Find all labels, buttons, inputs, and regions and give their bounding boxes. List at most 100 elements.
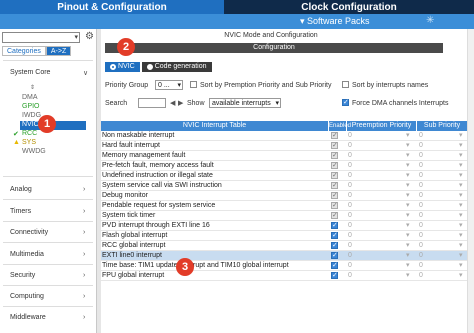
enabled-checkbox[interactable] — [331, 141, 338, 151]
group-computing[interactable]: Computing — [10, 293, 44, 300]
tab-categories[interactable]: Categories — [2, 46, 46, 56]
sub-priority-cell[interactable]: 0 ▾ — [419, 241, 463, 251]
group-security[interactable]: Security — [10, 272, 35, 279]
sub-priority-cell[interactable]: 0 ▾ — [419, 271, 463, 281]
enabled-checkbox[interactable] — [331, 251, 338, 261]
preemption-priority-cell[interactable]: 0 ▾ — [348, 171, 410, 181]
table-row[interactable]: EXTI line0 interrupt 0▾ 0▾ — [101, 251, 467, 261]
preemption-priority-cell[interactable]: 0 ▾ — [348, 221, 410, 231]
chevron-down-icon[interactable]: ▾ — [74, 33, 78, 41]
enabled-checkbox[interactable] — [331, 261, 338, 271]
table-row[interactable]: System service call via SWI instruction 0… — [101, 181, 467, 191]
table-row[interactable]: Pre-fetch fault, memory access fault 0▾ 0▾ — [101, 161, 467, 171]
sub-priority-cell[interactable]: 0 ▾ — [419, 171, 463, 181]
enabled-checkbox[interactable] — [331, 171, 338, 181]
table-row[interactable]: FPU global interrupt 0▾ 0▾ — [101, 271, 467, 281]
enabled-checkbox[interactable] — [331, 161, 338, 171]
group-analog[interactable]: Analog — [10, 186, 32, 193]
tab-a-z[interactable]: A->Z — [45, 46, 72, 56]
table-row[interactable]: Non maskable interrupt 0▾ 0▾ — [101, 131, 467, 141]
category-search-input[interactable]: ▾ — [2, 32, 80, 43]
table-row[interactable]: Undefined instruction or illegal state 0▾… — [101, 171, 467, 181]
sub-priority-cell[interactable]: 0 ▾ — [419, 261, 463, 271]
sub-priority-cell[interactable]: 0 ▾ — [419, 231, 463, 241]
preemption-priority-cell[interactable]: 0 ▾ — [348, 251, 410, 261]
sub-priority-cell[interactable]: 0 ▾ — [419, 191, 463, 201]
preemption-priority-cell[interactable]: 0 ▾ — [348, 161, 410, 171]
chevron-right-icon[interactable]: › — [83, 229, 85, 236]
enabled-checkbox[interactable] — [331, 221, 338, 231]
enabled-checkbox[interactable] — [331, 191, 338, 201]
sort-preemption-checkbox[interactable] — [190, 81, 197, 88]
column-header-enabled[interactable]: Enabled — [329, 121, 351, 131]
preemption-priority-cell[interactable]: 0 ▾ — [348, 131, 410, 141]
sub-priority-cell[interactable]: 0 ▾ — [419, 211, 463, 221]
sub-priority-cell[interactable]: 0 ▾ — [419, 201, 463, 211]
chevron-right-icon[interactable]: › — [83, 208, 85, 215]
tree-item-iwdg[interactable]: IWDG — [22, 112, 41, 119]
enabled-checkbox[interactable] — [331, 151, 338, 161]
group-multimedia[interactable]: Multimedia — [10, 251, 44, 258]
pinout-icon[interactable]: ✳ — [426, 15, 434, 26]
gear-icon[interactable]: ⚙ — [85, 31, 94, 42]
sub-priority-cell[interactable]: 0 ▾ — [419, 141, 463, 151]
sub-priority-cell[interactable]: 0 ▾ — [419, 151, 463, 161]
tab-nvic[interactable]: NVIC — [105, 62, 140, 72]
table-row[interactable]: Memory management fault 0▾ 0▾ — [101, 151, 467, 161]
group-timers[interactable]: Timers — [10, 208, 31, 215]
preemption-priority-cell[interactable]: 0 ▾ — [348, 241, 410, 251]
enabled-checkbox[interactable] — [331, 131, 338, 141]
enabled-checkbox[interactable] — [331, 231, 338, 241]
table-row[interactable]: PVD interrupt through EXTI line 16 0▾ 0▾ — [101, 221, 467, 231]
tree-item-gpio[interactable]: GPIO — [22, 103, 40, 110]
group-connectivity[interactable]: Connectivity — [10, 229, 48, 236]
search-prev-icon[interactable]: ◀ — [170, 99, 175, 107]
table-row[interactable]: Flash global interrupt 0▾ 0▾ — [101, 231, 467, 241]
force-dma-checkbox[interactable] — [342, 98, 349, 106]
tree-item-wwdg[interactable]: WWDG — [22, 148, 46, 155]
main-panel-scrollbar[interactable] — [467, 29, 474, 333]
table-row[interactable]: Hard fault interrupt 0▾ 0▾ — [101, 141, 467, 151]
enabled-checkbox[interactable] — [331, 181, 338, 191]
table-row[interactable]: System tick timer 0▾ 0▾ — [101, 211, 467, 221]
table-row[interactable]: RCC global interrupt 0▾ 0▾ — [101, 241, 467, 251]
sub-priority-cell[interactable]: 0 ▾ — [419, 251, 463, 261]
table-row[interactable]: Time base: TIM1 update interrupt and TIM… — [101, 261, 467, 271]
sort-arrows-icon[interactable]: ⇕ — [30, 84, 35, 91]
sort-interrupt-names-checkbox[interactable] — [342, 81, 349, 88]
preemption-priority-cell[interactable]: 0 ▾ — [348, 191, 410, 201]
tree-item-rcc[interactable]: RCC — [22, 130, 37, 137]
chevron-down-icon[interactable]: ∨ — [83, 69, 88, 77]
priority-group-select[interactable]: 0 ... ▾ — [155, 80, 183, 90]
tree-item-dma[interactable]: DMA — [22, 94, 38, 101]
preemption-priority-cell[interactable]: 0 ▾ — [348, 211, 410, 221]
chevron-right-icon[interactable]: › — [83, 314, 85, 321]
software-packs-menu[interactable]: ▾ Software Packs — [300, 16, 370, 27]
preemption-priority-cell[interactable]: 0 ▾ — [348, 141, 410, 151]
column-header-name[interactable]: NVIC Interrupt Table — [101, 121, 329, 131]
tab-code-generation[interactable]: Code generation — [141, 62, 212, 72]
show-select[interactable]: available interrupts ▾ — [209, 98, 281, 108]
tab-pinout-configuration[interactable]: Pinout & Configuration — [0, 0, 224, 14]
interrupt-search-input[interactable] — [138, 98, 166, 108]
sub-priority-cell[interactable]: 0 ▾ — [419, 161, 463, 171]
tree-item-sys[interactable]: SYS — [22, 139, 36, 146]
preemption-priority-cell[interactable]: 0 ▾ — [348, 201, 410, 211]
chevron-right-icon[interactable]: › — [83, 272, 85, 279]
enabled-checkbox[interactable] — [331, 271, 338, 281]
tab-clock-configuration[interactable]: Clock Configuration — [224, 0, 474, 14]
preemption-priority-cell[interactable]: 0 ▾ — [348, 231, 410, 241]
sub-priority-cell[interactable]: 0 ▾ — [419, 181, 463, 191]
group-system-core[interactable]: System Core — [10, 69, 50, 76]
chevron-right-icon[interactable]: › — [83, 186, 85, 193]
preemption-priority-cell[interactable]: 0 ▾ — [348, 271, 410, 281]
enabled-checkbox[interactable] — [331, 201, 338, 211]
table-row[interactable]: Debug monitor 0▾ 0▾ — [101, 191, 467, 201]
sub-priority-cell[interactable]: 0 ▾ — [419, 221, 463, 231]
enabled-checkbox[interactable] — [331, 211, 338, 221]
table-row[interactable]: Pendable request for system service 0▾ 0▾ — [101, 201, 467, 211]
search-next-icon[interactable]: ▶ — [178, 99, 183, 107]
enabled-checkbox[interactable] — [331, 241, 338, 251]
preemption-priority-cell[interactable]: 0 ▾ — [348, 151, 410, 161]
preemption-priority-cell[interactable]: 0 ▾ — [348, 261, 410, 271]
